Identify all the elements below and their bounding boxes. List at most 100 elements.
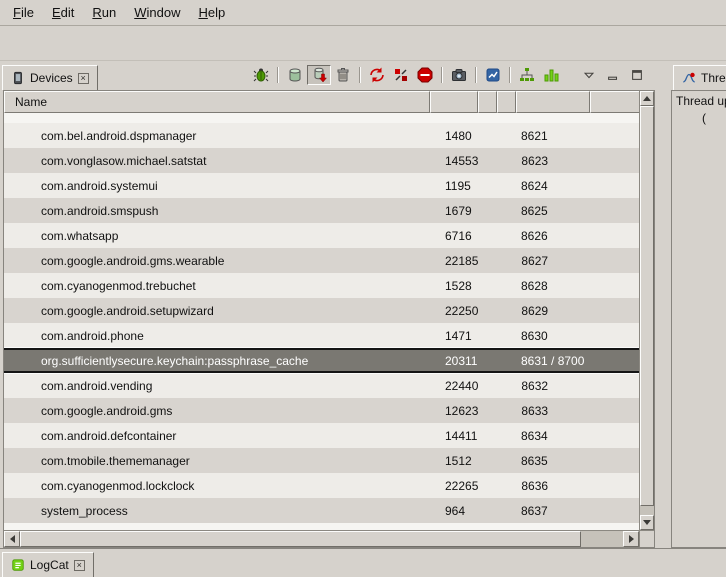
device-process-row[interactable]: com.tmobile.thememanager 1512 8635	[4, 448, 639, 473]
menu-file[interactable]: File	[4, 1, 43, 24]
cause-gc-icon[interactable]	[331, 65, 355, 85]
process-name: com.whatsapp	[4, 229, 430, 243]
process-pid: 1480	[430, 129, 478, 143]
device-process-row[interactable]: org.sufficientlysecure.keychain:passphra…	[4, 348, 639, 373]
process-port: 8632	[516, 379, 639, 393]
device-process-row[interactable]: com.android.systemui 1195 8624	[4, 173, 639, 198]
process-name: com.vonglasow.michael.satstat	[4, 154, 430, 168]
toolbar-divider	[509, 67, 511, 83]
close-icon[interactable]: ×	[74, 560, 85, 571]
view-menu-icon[interactable]	[577, 65, 601, 85]
menu-window[interactable]: Window	[125, 1, 189, 24]
tab-threads[interactable]: Threads ×	[673, 65, 726, 90]
hierarchy-view-icon[interactable]	[515, 65, 539, 85]
device-process-row[interactable]: com.vonglasow.michael.satstat 14553 8623	[4, 148, 639, 173]
device-process-row[interactable]: com.google.android.gms 12623 8633	[4, 398, 639, 423]
column-header-port[interactable]	[516, 91, 590, 113]
process-port: 8621	[516, 129, 639, 143]
tab-devices[interactable]: Devices ×	[2, 65, 98, 90]
column-header-2[interactable]	[478, 91, 497, 113]
process-port: 8628	[516, 279, 639, 293]
menu-run[interactable]: Run	[83, 1, 125, 24]
start-method-profiling-icon[interactable]	[389, 65, 413, 85]
device-process-row[interactable]: com.whatsapp 6716 8626	[4, 223, 639, 248]
column-header-3[interactable]	[497, 91, 516, 113]
process-port: 8623	[516, 154, 639, 168]
toolbar-divider	[475, 67, 477, 83]
dump-hprof-icon[interactable]	[307, 65, 331, 85]
horizontal-scroll-track[interactable]	[20, 531, 623, 547]
menu-edit[interactable]: Edit	[43, 1, 83, 24]
toolbar-divider	[441, 67, 443, 83]
process-port: 8633	[516, 404, 639, 418]
toolbar-divider	[359, 67, 361, 83]
stop-process-icon[interactable]	[413, 65, 437, 85]
scroll-up-button[interactable]	[640, 91, 654, 106]
scroll-down-button[interactable]	[640, 515, 654, 530]
device-process-row[interactable]: com.android.defcontainer 14411 8634	[4, 423, 639, 448]
process-name: com.android.vending	[4, 379, 430, 393]
device-process-row[interactable]: com.cyanogenmod.lockclock 22265 8636	[4, 473, 639, 498]
scroll-right-button[interactable]	[623, 531, 639, 547]
vertical-scroll-track[interactable]	[640, 106, 654, 515]
arrow-down-icon	[643, 520, 651, 525]
menu-help[interactable]: Help	[189, 1, 234, 24]
system-info-icon[interactable]	[481, 65, 505, 85]
threads-message-line2: (	[674, 110, 726, 127]
minimize-icon[interactable]	[601, 65, 625, 85]
devices-table-main: Name com.bel.android.dspmanager 1480 862…	[4, 91, 639, 547]
device-process-row[interactable]: com.bel.android.dspmanager 1480 8621	[4, 123, 639, 148]
column-header-filler	[590, 91, 639, 113]
eclipse-ddms-window: File Edit Run Window Help Devices ×	[0, 0, 726, 577]
main-toolbar	[0, 26, 726, 61]
process-name: com.cyanogenmod.lockclock	[4, 479, 430, 493]
process-pid: 22440	[430, 379, 478, 393]
process-name: com.cyanogenmod.trebuchet	[4, 279, 430, 293]
device-process-row[interactable]: com.android.vending 22440 8632	[4, 373, 639, 398]
device-process-row[interactable]: system_process 964 8637	[4, 498, 639, 523]
horizontal-scroll-thumb[interactable]	[20, 531, 581, 547]
screen-capture-icon[interactable]	[447, 65, 471, 85]
device-process-row[interactable]: com.android.smspush 1679 8625	[4, 198, 639, 223]
process-pid: 6716	[430, 229, 478, 243]
maximize-icon[interactable]	[625, 65, 649, 85]
process-pid: 22185	[430, 254, 478, 268]
device-table-body: com.bel.android.dspmanager 1480 8621 com…	[4, 113, 639, 530]
debug-process-icon[interactable]	[249, 65, 273, 85]
process-port: 8631 / 8700	[516, 354, 639, 368]
update-heap-icon[interactable]	[283, 65, 307, 85]
device-process-row[interactable]: com.google.android.setupwizard 22250 862…	[4, 298, 639, 323]
column-header-name[interactable]: Name	[4, 91, 430, 113]
devices-tabbar: Devices ×	[0, 61, 667, 90]
devices-view: Devices ×	[0, 61, 667, 548]
vertical-scroll-thumb[interactable]	[640, 106, 654, 506]
toolbar-divider	[277, 67, 279, 83]
process-pid: 1471	[430, 329, 478, 343]
column-header-pid[interactable]	[430, 91, 478, 113]
pixel-perfect-icon[interactable]	[539, 65, 563, 85]
process-name: com.bel.android.dspmanager	[4, 129, 430, 143]
device-process-row[interactable]: com.android.phone 1471 8630	[4, 323, 639, 348]
process-pid: 14411	[430, 429, 478, 443]
process-pid: 1528	[430, 279, 478, 293]
update-threads-icon[interactable]	[365, 65, 389, 85]
horizontal-scrollbar[interactable]	[4, 530, 639, 547]
close-icon[interactable]: ×	[78, 73, 89, 84]
arrow-right-icon	[629, 535, 634, 543]
scroll-left-button[interactable]	[4, 531, 20, 547]
process-pid: 12623	[430, 404, 478, 418]
process-port: 8636	[516, 479, 639, 493]
logcat-bar: LogCat ×	[0, 548, 726, 577]
logcat-icon	[11, 558, 25, 572]
process-name: com.android.systemui	[4, 179, 430, 193]
vertical-scrollbar[interactable]	[639, 91, 654, 547]
process-port: 8625	[516, 204, 639, 218]
process-pid: 1512	[430, 454, 478, 468]
device-process-row[interactable]: com.google.android.gms.wearable 22185 86…	[4, 248, 639, 273]
tab-logcat[interactable]: LogCat ×	[2, 552, 94, 577]
process-name: com.tmobile.thememanager	[4, 454, 430, 468]
tab-devices-label: Devices	[30, 71, 73, 85]
process-port: 8624	[516, 179, 639, 193]
device-process-row[interactable]: com.cyanogenmod.trebuchet 1528 8628	[4, 273, 639, 298]
process-name: com.android.phone	[4, 329, 430, 343]
